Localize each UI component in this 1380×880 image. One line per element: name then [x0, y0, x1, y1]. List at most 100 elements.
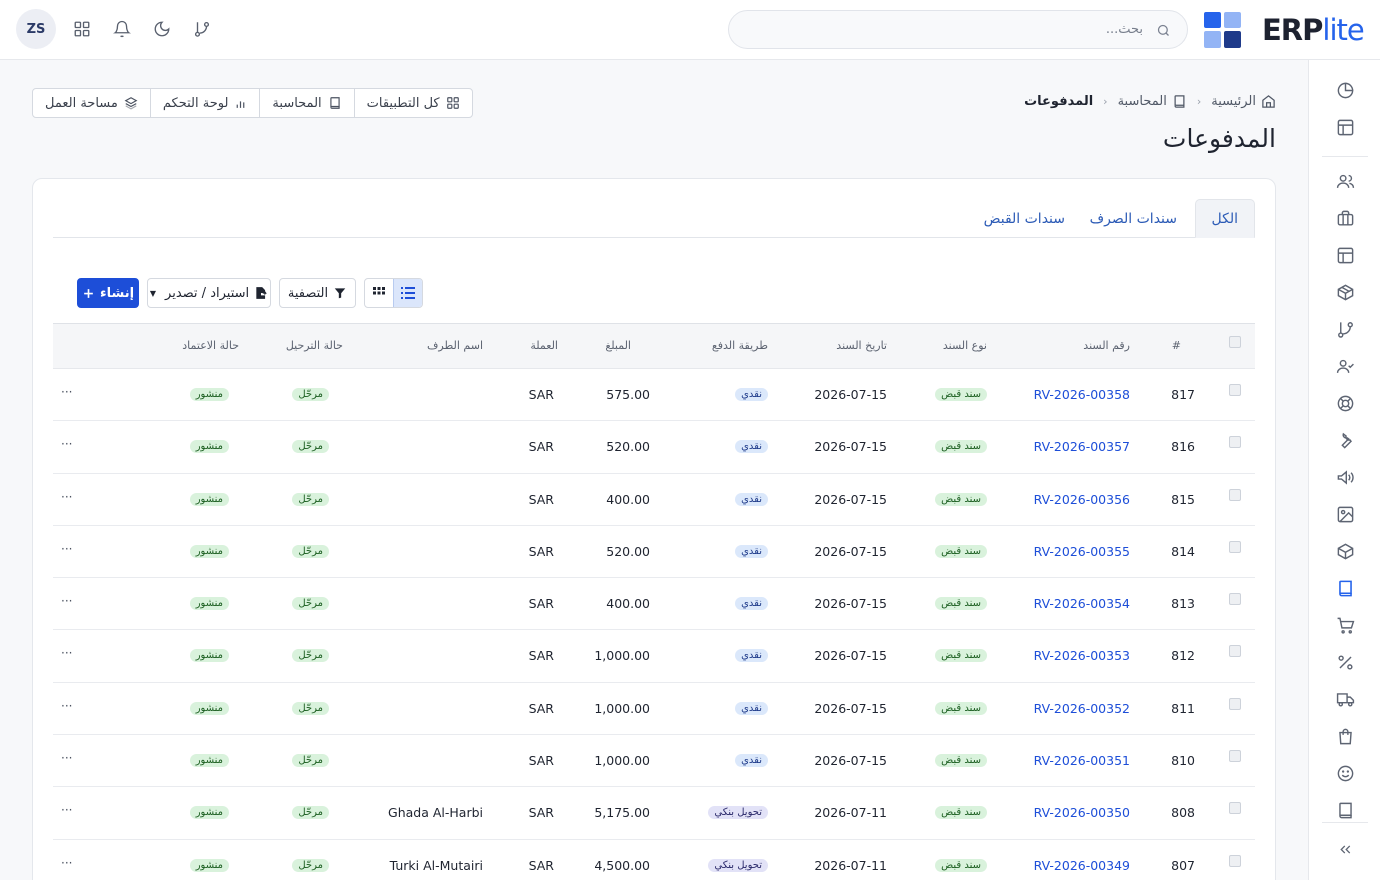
cell-date: 2026-07-15	[814, 439, 887, 455]
image-icon[interactable]	[1335, 504, 1355, 524]
megaphone-icon[interactable]	[1335, 467, 1355, 487]
list-view-icon[interactable]	[393, 279, 422, 307]
select-all-checkbox[interactable]	[1229, 336, 1241, 348]
row-actions-button[interactable]: ···	[61, 646, 72, 660]
tab-payment-vouchers[interactable]: سندات الصرف	[1074, 199, 1193, 238]
posting-status-badge: مرحّل	[292, 492, 329, 506]
row-checkbox[interactable]	[1229, 750, 1241, 763]
table-row[interactable]: 816 RV-2026-00357 سند قبض 2026-07-15 نقدي 520…	[53, 421, 1255, 474]
row-actions-button[interactable]: ···	[61, 803, 72, 817]
book-icon[interactable]	[1335, 800, 1355, 820]
wrench-icon[interactable]	[1335, 430, 1355, 450]
git-branch-icon[interactable]	[1335, 319, 1355, 339]
tab-receipt-vouchers[interactable]: سندات القبض	[968, 199, 1081, 238]
table-row[interactable]: 817 RV-2026-00358 سند قبض 2026-07-15 نقدي 575…	[53, 369, 1255, 422]
row-checkbox[interactable]	[1229, 854, 1241, 867]
pie-chart-icon[interactable]	[1335, 80, 1355, 100]
cell-currency: SAR	[528, 439, 554, 455]
row-checkbox[interactable]	[1229, 697, 1241, 710]
quicknav-workspace[interactable]: مساحة العمل	[33, 89, 151, 117]
cell-voucher-no[interactable]: RV-2026-00356	[1034, 492, 1130, 507]
lifebuoy-icon[interactable]	[1335, 393, 1355, 413]
search-input[interactable]: بحث...	[728, 10, 1188, 49]
users-icon[interactable]	[1335, 171, 1355, 191]
create-label: إنشاء	[99, 285, 135, 301]
quicknav-accounting[interactable]: المحاسبة	[260, 89, 355, 117]
row-actions-button[interactable]: ···	[61, 699, 72, 713]
smile-icon[interactable]	[1335, 763, 1355, 783]
bell-icon[interactable]	[111, 18, 133, 40]
row-actions-button[interactable]: ···	[61, 385, 72, 399]
table-row[interactable]: 808 RV-2026-00350 سند قبض 2026-07-11 تحويل ب…	[53, 787, 1255, 840]
logo-lite: lite	[1322, 13, 1364, 47]
package-icon[interactable]	[1335, 541, 1355, 561]
row-checkbox[interactable]	[1229, 645, 1241, 658]
posting-status-badge: مرحّل	[292, 388, 329, 401]
row-actions-button[interactable]: ···	[61, 437, 72, 451]
cell-voucher-no[interactable]: RV-2026-00358	[1034, 387, 1130, 402]
row-checkbox[interactable]	[1229, 540, 1241, 553]
row-checkbox[interactable]	[1229, 802, 1241, 815]
filter-button[interactable]: التصفية	[279, 278, 356, 308]
voucher-type-badge: سند قبض	[935, 440, 987, 454]
quicknav-all-apps[interactable]: كل التطبيقات	[355, 89, 472, 117]
logo[interactable]: ERPlite	[1262, 13, 1365, 47]
cell-voucher-no[interactable]: RV-2026-00350	[1034, 805, 1130, 820]
cell-voucher-no[interactable]: RV-2026-00351	[1034, 753, 1130, 768]
briefcase-icon[interactable]	[1335, 208, 1355, 228]
payment-method-badge: نقدي	[735, 649, 768, 663]
book-icon[interactable]	[1335, 578, 1355, 598]
table-row[interactable]: 815 RV-2026-00356 سند قبض 2026-07-15 نقدي 400…	[53, 474, 1255, 526]
table-row[interactable]: 807 RV-2026-00349 سند قبض 2026-07-11 تحويل ب…	[53, 840, 1255, 880]
box-icon[interactable]	[1335, 282, 1355, 302]
cell-voucher-no[interactable]: RV-2026-00355	[1034, 544, 1130, 559]
cell-voucher-no[interactable]: RV-2026-00349	[1034, 858, 1130, 873]
payment-method-badge: نقدي	[735, 597, 768, 611]
percent-icon[interactable]	[1335, 652, 1355, 672]
grid-view-icon[interactable]	[365, 279, 393, 307]
table-row[interactable]: 810 RV-2026-00351 سند قبض 2026-07-15 نقدي 1,0…	[53, 735, 1255, 788]
tab-all[interactable]: الكل	[1194, 199, 1255, 238]
table-row[interactable]: 811 RV-2026-00352 سند قبض 2026-07-15 نقدي 1,0…	[53, 683, 1255, 736]
row-actions-button[interactable]: ···	[61, 594, 72, 608]
breadcrumb-accounting[interactable]: المحاسبة	[1118, 94, 1187, 109]
user-check-icon[interactable]	[1335, 356, 1355, 376]
row-actions-button[interactable]: ···	[61, 751, 72, 765]
cell-amount: 400.00	[606, 491, 650, 507]
cell-voucher-no[interactable]: RV-2026-00352	[1034, 701, 1130, 716]
cell-voucher-no[interactable]: RV-2026-00353	[1034, 648, 1130, 663]
cell-voucher-no[interactable]: RV-2026-00357	[1034, 439, 1130, 454]
col-amount: المبلغ	[605, 339, 631, 352]
payment-method-badge: تحويل بنكي	[708, 806, 768, 820]
book-icon	[329, 97, 340, 109]
git-branch-icon[interactable]	[191, 18, 213, 40]
row-actions-button[interactable]: ···	[61, 856, 72, 870]
approval-status-badge: منشور	[189, 806, 229, 820]
row-checkbox[interactable]	[1229, 436, 1241, 449]
cell-voucher-no[interactable]: RV-2026-00354	[1034, 596, 1130, 611]
avatar[interactable]: ZS	[16, 9, 56, 49]
import-export-button[interactable]: استيراد / تصدير ▼	[147, 278, 271, 308]
apps-grid-icon[interactable]	[71, 18, 93, 40]
table-row[interactable]: 813 RV-2026-00354 سند قبض 2026-07-15 نقدي 400…	[53, 578, 1255, 631]
truck-icon[interactable]	[1335, 689, 1355, 709]
row-checkbox[interactable]	[1229, 488, 1241, 501]
row-checkbox[interactable]	[1229, 593, 1241, 606]
cell-amount: 1,000.00	[594, 700, 650, 716]
approval-status-badge: منشور	[189, 754, 229, 768]
shopping-bag-icon[interactable]	[1335, 726, 1355, 746]
create-button[interactable]: إنشاء	[77, 278, 139, 308]
row-checkbox[interactable]	[1229, 384, 1241, 396]
breadcrumb-home[interactable]: الرئيسية	[1211, 94, 1276, 109]
collapse-icon[interactable]	[1335, 839, 1355, 859]
cell-date: 2026-07-15	[814, 491, 887, 507]
layout-icon[interactable]	[1335, 245, 1355, 265]
moon-icon[interactable]	[151, 18, 173, 40]
row-actions-button[interactable]: ···	[61, 490, 72, 504]
layout-icon[interactable]	[1335, 117, 1355, 137]
row-actions-button[interactable]: ···	[61, 542, 72, 556]
table-row[interactable]: 812 RV-2026-00353 سند قبض 2026-07-15 نقدي 1,0…	[53, 630, 1255, 683]
table-row[interactable]: 814 RV-2026-00355 سند قبض 2026-07-15 نقدي 520…	[53, 526, 1255, 579]
cart-icon[interactable]	[1335, 615, 1355, 635]
quicknav-dashboard[interactable]: لوحة التحكم	[151, 89, 261, 117]
